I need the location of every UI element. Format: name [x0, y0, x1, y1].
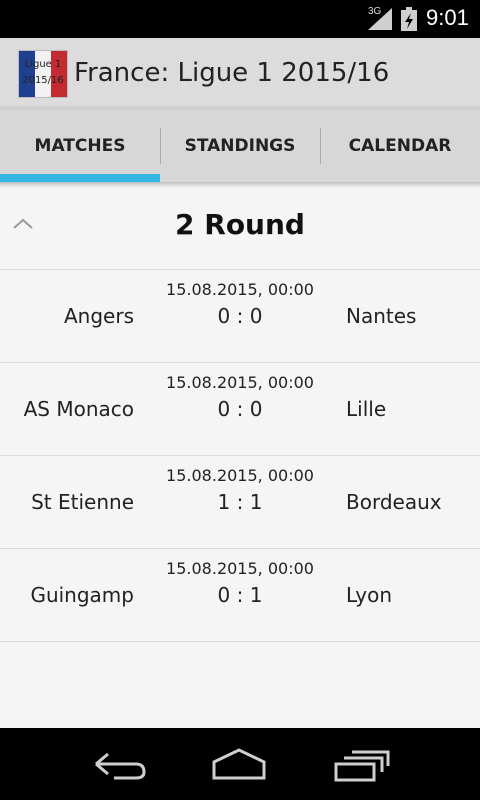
selected-tab-indicator	[0, 174, 160, 182]
away-team: Bordeaux	[346, 490, 442, 514]
matches-list: 2 Round 15.08.2015, 00:00 Angers 0 : 0 N…	[0, 188, 480, 728]
signal-icon	[368, 8, 392, 30]
tab-matches[interactable]: MATCHES	[0, 110, 160, 182]
page-title: France: Ligue 1 2015/16	[74, 58, 390, 88]
home-team: St Etienne	[31, 490, 134, 514]
round-header[interactable]: 2 Round	[0, 188, 480, 270]
tab-calendar[interactable]: CALENDAR	[320, 110, 480, 182]
round-title: 2 Round	[175, 208, 305, 241]
tab-standings[interactable]: STANDINGS	[160, 110, 320, 182]
app-logo-text: Ligue 1 2015/16	[22, 59, 64, 86]
match-score: 1 : 1	[217, 490, 263, 514]
tab-divider	[160, 128, 161, 164]
battery-icon	[401, 7, 417, 31]
home-team: Guingamp	[30, 583, 134, 607]
home-icon[interactable]	[204, 742, 274, 786]
tab-divider	[320, 128, 321, 164]
app-bar: Ligue 1 2015/16 France: Ligue 1 2015/16	[0, 38, 480, 110]
away-team: Lille	[346, 397, 387, 421]
match-date: 15.08.2015, 00:00	[166, 466, 314, 485]
match-score: 0 : 0	[217, 304, 263, 328]
away-team: Nantes	[346, 304, 417, 328]
match-score: 0 : 0	[217, 397, 263, 421]
match-row[interactable]: 15.08.2015, 00:00 AS Monaco 0 : 0 Lille	[0, 363, 480, 456]
status-bar: 3G 9:01	[0, 0, 480, 38]
home-team: AS Monaco	[23, 397, 134, 421]
clock: 9:01	[426, 5, 469, 30]
tab-bar: MATCHES STANDINGS CALENDAR	[0, 110, 480, 182]
away-team: Lyon	[346, 583, 393, 607]
navigation-bar	[0, 728, 480, 800]
match-row[interactable]: 15.08.2015, 00:00 St Etienne 1 : 1 Borde…	[0, 456, 480, 549]
match-score: 0 : 1	[217, 583, 263, 607]
back-icon[interactable]	[84, 742, 154, 786]
match-row[interactable]: 15.08.2015, 00:00 Guingamp 0 : 1 Lyon	[0, 549, 480, 642]
match-row[interactable]: 15.08.2015, 00:00 Angers 0 : 0 Nantes	[0, 270, 480, 363]
app-logo-icon[interactable]: Ligue 1 2015/16	[18, 50, 68, 98]
match-date: 15.08.2015, 00:00	[166, 373, 314, 392]
home-team: Angers	[64, 304, 134, 328]
match-date: 15.08.2015, 00:00	[166, 559, 314, 578]
recent-apps-icon[interactable]	[326, 742, 396, 786]
match-date: 15.08.2015, 00:00	[166, 280, 314, 299]
